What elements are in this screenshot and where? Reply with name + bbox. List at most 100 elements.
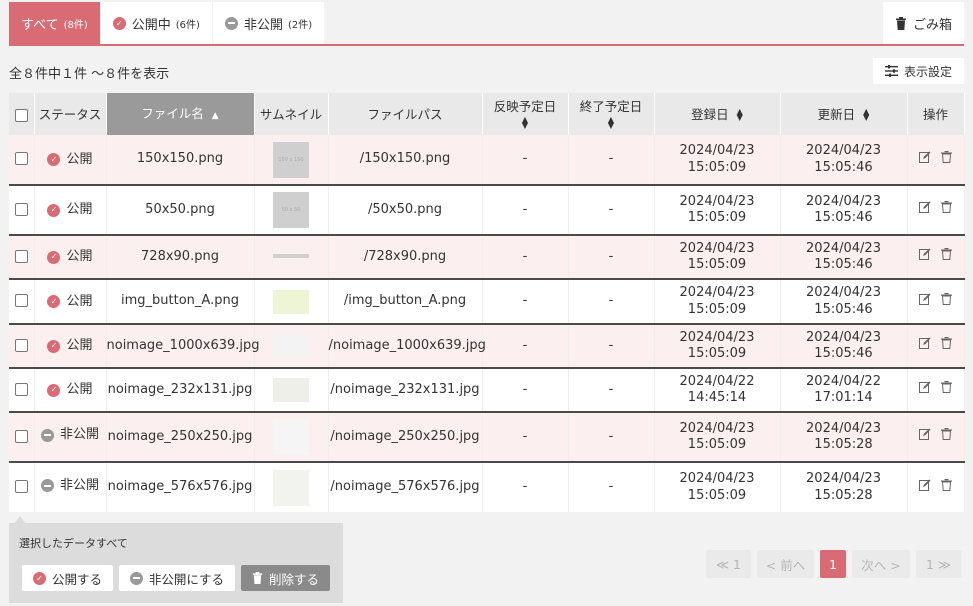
trash-outline-icon[interactable] <box>941 150 952 163</box>
edit-icon[interactable] <box>919 293 931 305</box>
registered-date: 2024/04/23 <box>679 143 755 159</box>
updated-cell: 2024/04/23 15:05:46 <box>780 324 908 369</box>
thumbnail-image <box>273 378 309 402</box>
row-select-cell[interactable] <box>9 412 35 463</box>
publish-date-cell: - <box>482 235 569 280</box>
status-badge: ✓ 公開 <box>47 382 93 398</box>
edit-icon[interactable] <box>919 479 931 491</box>
check-circle-icon: ✓ <box>112 16 126 30</box>
thumbnail-cell <box>254 368 329 413</box>
updated-cell: 2024/04/23 15:05:46 <box>780 135 908 186</box>
bulk-delete-button[interactable]: 削除する <box>241 565 330 591</box>
edit-icon[interactable] <box>919 428 931 441</box>
pagination-prev[interactable]: < 前へ <box>757 550 814 578</box>
edit-icon[interactable] <box>919 381 931 394</box>
updated-cell: 2024/04/22 17:01:14 <box>780 368 908 413</box>
table-row: 非公開 noimage_250x250.jpg/noimage_250x250.j… <box>9 412 965 463</box>
trash-outline-icon[interactable] <box>941 381 952 394</box>
tab-private-label: 非公開 <box>243 17 283 33</box>
row-select-cell[interactable] <box>9 235 35 280</box>
status-label: 公開 <box>66 151 93 167</box>
filename-cell: img_button_A.png <box>106 279 255 325</box>
trash-outline-icon[interactable] <box>941 337 952 350</box>
header-select-all[interactable] <box>9 93 35 135</box>
registered-time: 15:05:09 <box>687 437 747 452</box>
row-checkbox[interactable] <box>14 480 28 494</box>
row-select-cell[interactable] <box>9 368 35 413</box>
pagination-first[interactable]: ≪ 1 <box>706 550 751 578</box>
header-registered[interactable]: 登録日 ▲ ▼ <box>654 93 781 135</box>
row-select-cell[interactable] <box>9 462 35 512</box>
edit-icon[interactable] <box>919 337 931 350</box>
bulk-action-panel: 選択したデータすべて ✓ 公開する 非公開にする 削除する <box>9 523 343 603</box>
edit-icon[interactable] <box>919 201 931 214</box>
header-publish-date-label: 反映予定日 <box>493 99 557 114</box>
row-checkbox[interactable] <box>14 294 28 308</box>
row-select-cell[interactable] <box>9 324 35 369</box>
registered-cell: 2024/04/23 15:05:09 <box>654 462 781 512</box>
filename-cell: 150x150.png <box>106 135 255 186</box>
table-row: ✓ 公開 noimage_232x131.jpg/noimage_232x131.j… <box>9 368 965 413</box>
display-settings-button[interactable]: 表示設定 <box>873 58 964 84</box>
minus-circle-icon <box>224 16 238 30</box>
row-checkbox[interactable] <box>14 202 28 216</box>
header-filename[interactable]: ファイル名 ▲ <box>106 93 255 135</box>
row-checkbox[interactable] <box>14 429 28 443</box>
row-select-cell[interactable] <box>9 135 35 186</box>
status-badge: ✓ 公開 <box>47 202 93 218</box>
filepath-cell: /150x150.png <box>328 135 483 186</box>
tab-private-count: (2件) <box>287 19 313 31</box>
trash-button[interactable]: ごみ箱 <box>883 2 964 44</box>
thumbnail-image <box>273 419 309 455</box>
pagination-last[interactable]: 1 ≫ <box>916 550 961 578</box>
registered-time: 15:05:09 <box>687 159 747 175</box>
status-label: 非公開 <box>59 427 99 443</box>
trash-outline-icon[interactable] <box>941 478 952 491</box>
trash-outline-icon[interactable] <box>941 248 952 261</box>
publish-date-cell: - <box>482 279 569 325</box>
trash-outline-icon[interactable] <box>941 201 952 214</box>
thumbnail-image <box>273 254 309 259</box>
row-select-cell[interactable] <box>9 185 35 236</box>
row-checkbox[interactable] <box>14 152 28 166</box>
registered-date: 2024/04/23 <box>679 471 755 487</box>
status-badge: ✓ 公開 <box>47 293 93 310</box>
registered-time: 15:05:09 <box>687 301 747 317</box>
header-end-date[interactable]: 終了予定日 ▲ ▼ <box>568 93 655 135</box>
filepath-cell: /noimage_576x576.jpg <box>328 462 483 512</box>
row-checkbox[interactable] <box>14 249 28 263</box>
row-select-cell[interactable] <box>9 279 35 325</box>
trash-outline-icon[interactable] <box>941 428 952 441</box>
pagination-current[interactable]: 1 <box>820 550 846 578</box>
edit-icon[interactable] <box>919 248 931 261</box>
tab-public[interactable]: ✓ 公開中 (6件) <box>100 2 212 44</box>
end-date-cell: - <box>568 235 655 280</box>
header-filename-label: ファイル名 <box>141 106 204 122</box>
status-label: 公開 <box>66 293 93 309</box>
status-badge: 非公開 <box>40 478 99 494</box>
row-checkbox[interactable] <box>14 338 28 352</box>
pagination-next[interactable]: 次へ > <box>852 550 910 578</box>
updated-time: 17:01:14 <box>814 390 873 405</box>
filename-cell: noimage_1000x639.jpg <box>106 324 260 369</box>
header-updated[interactable]: 更新日 ▲ ▼ <box>780 93 908 135</box>
select-all-checkbox[interactable] <box>14 108 28 122</box>
minus-circle-icon <box>40 479 54 493</box>
tab-private[interactable]: 非公開 (2件) <box>212 2 325 44</box>
check-circle-icon: ✓ <box>47 339 61 353</box>
registered-date: 2024/04/23 <box>679 420 755 436</box>
filepath-cell: /noimage_232x131.jpg <box>328 368 483 413</box>
edit-icon[interactable] <box>919 151 931 163</box>
tab-all[interactable]: すべて (8件) <box>9 2 100 44</box>
bulk-unpublish-label: 非公開にする <box>148 571 225 587</box>
updated-date: 2024/04/23 <box>806 240 881 256</box>
header-publish-date[interactable]: 反映予定日 ▲ ▼ <box>482 93 569 135</box>
bulk-publish-button[interactable]: ✓ 公開する <box>22 565 113 591</box>
trash-outline-icon[interactable] <box>941 292 952 305</box>
thumbnail-image <box>273 289 309 314</box>
bulk-unpublish-button[interactable]: 非公開にする <box>119 565 235 591</box>
filepath-cell: /50x50.png <box>328 185 483 236</box>
row-checkbox[interactable] <box>14 382 28 396</box>
actions-cell <box>907 412 965 463</box>
updated-time: 15:05:28 <box>814 437 873 452</box>
